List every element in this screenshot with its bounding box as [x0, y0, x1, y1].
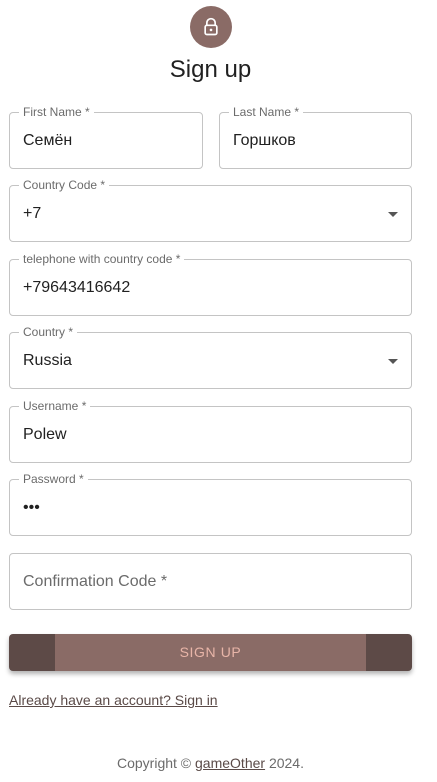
lock-avatar [190, 6, 232, 48]
brand-link[interactable]: gameOther [195, 755, 265, 771]
sign-in-link[interactable]: Already have an account? Sign in [9, 692, 218, 708]
country-select[interactable]: Country * Russia [9, 325, 412, 389]
sign-up-button[interactable]: SIGN UP [9, 634, 412, 671]
page-title: Sign up [169, 56, 252, 83]
password-value: ••• [23, 499, 40, 516]
telephone-label: telephone with country code * [19, 252, 185, 266]
chevron-down-icon [388, 359, 398, 364]
telephone-value: +79643416642 [23, 279, 131, 296]
copyright-suffix: 2024. [265, 755, 304, 771]
country-code-select[interactable]: Country Code * +7 [9, 178, 412, 242]
username-field[interactable]: Username * Polew [9, 399, 412, 463]
first-name-label: First Name * [19, 105, 94, 119]
first-name-value: Семён [23, 132, 73, 149]
last-name-label: Last Name * [229, 105, 304, 119]
confirmation-code-placeholder: Confirmation Code * [23, 573, 168, 590]
country-value: Russia [23, 352, 72, 369]
password-label: Password * [19, 472, 88, 486]
first-name-field[interactable]: First Name * Семён [9, 105, 203, 169]
copyright-prefix: Copyright © [117, 755, 196, 771]
telephone-field[interactable]: telephone with country code * +796434166… [9, 252, 412, 316]
country-code-label: Country Code * [19, 178, 110, 192]
confirmation-code-field[interactable]: Confirmation Code * [9, 553, 412, 610]
username-label: Username * [19, 399, 91, 413]
country-label: Country * [19, 325, 78, 339]
last-name-field[interactable]: Last Name * Горшков [219, 105, 412, 169]
chevron-down-icon [388, 212, 398, 217]
lock-icon [204, 17, 218, 36]
copyright: Copyright © gameOther 2024. [0, 755, 421, 771]
sign-up-button-label: SIGN UP [179, 644, 242, 660]
password-field[interactable]: Password * ••• [9, 472, 412, 536]
username-value: Polew [23, 426, 67, 443]
last-name-value: Горшков [233, 132, 296, 149]
country-code-value: +7 [23, 205, 42, 222]
